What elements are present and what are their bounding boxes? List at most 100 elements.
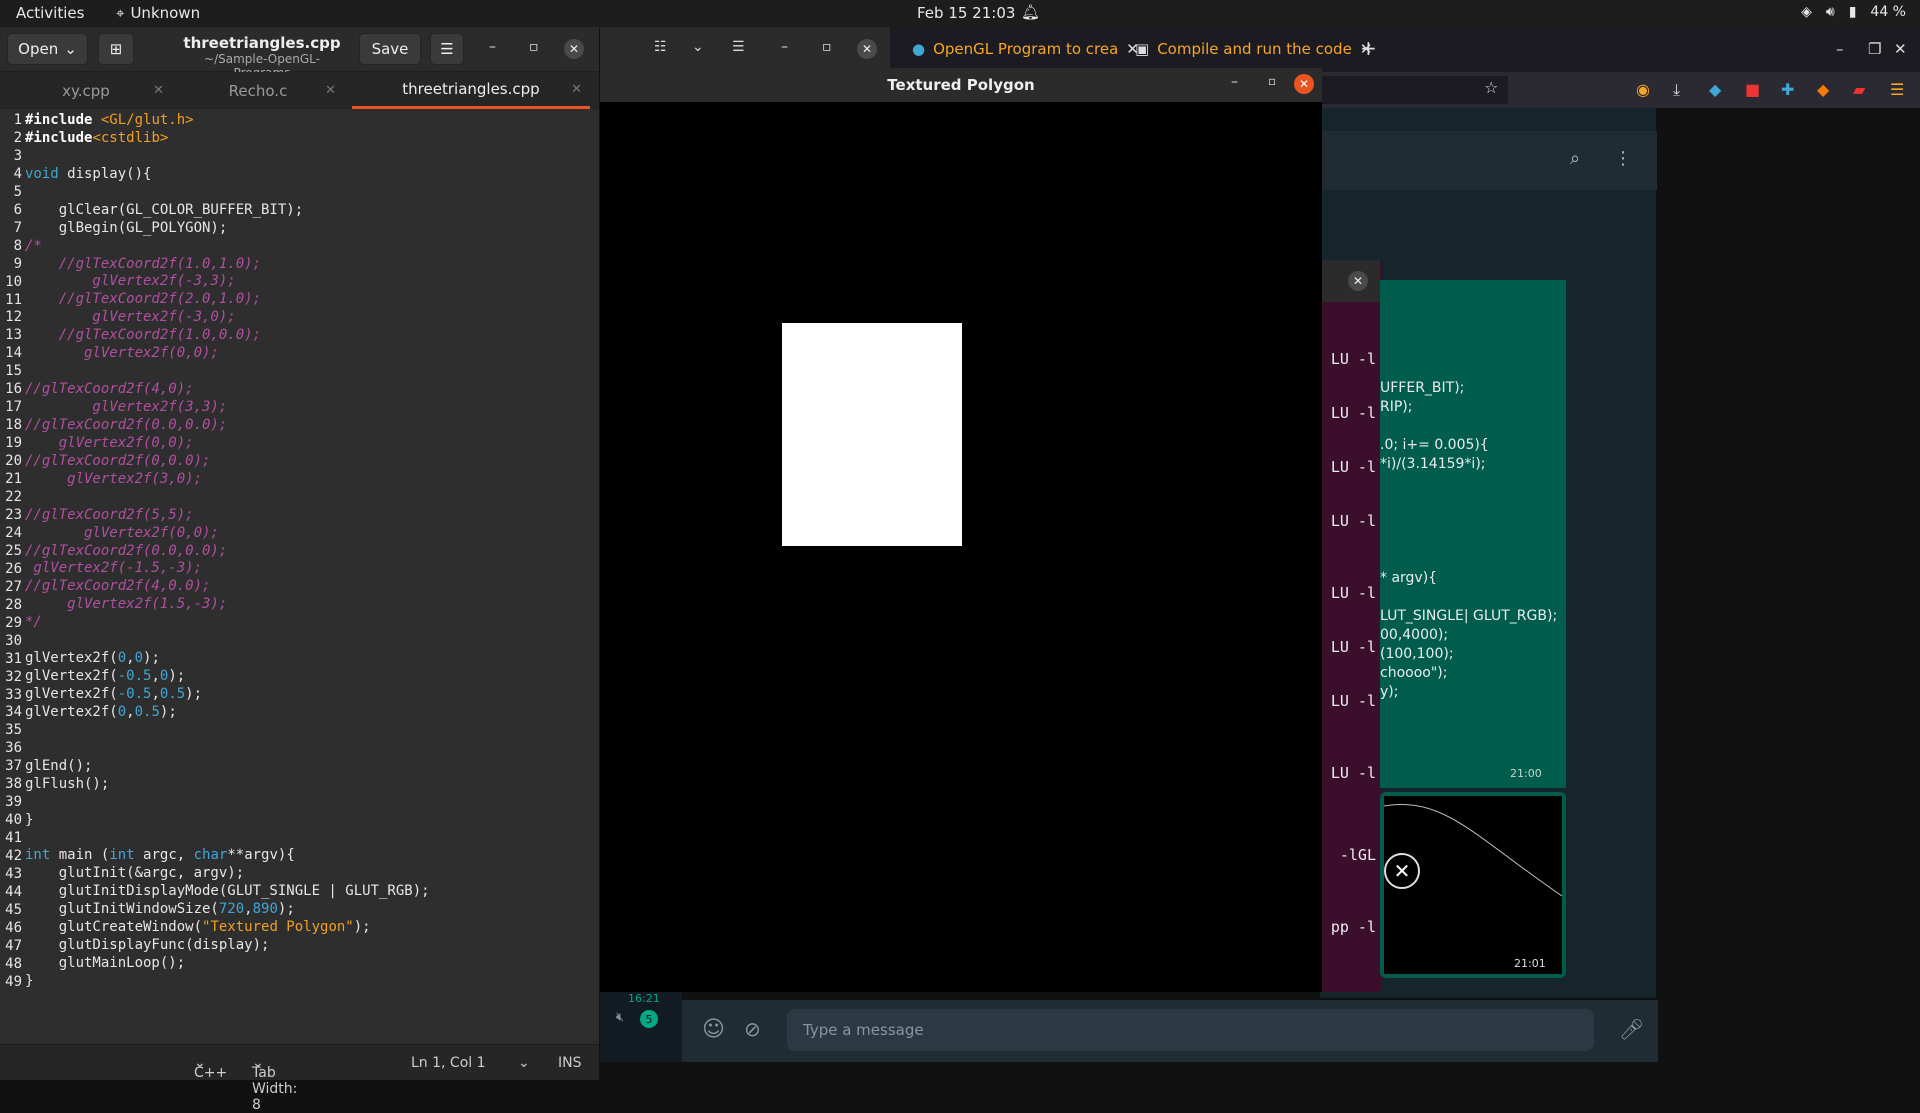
code-line[interactable]: [25, 632, 430, 650]
code-text[interactable]: #include <GL/glut.h> #include<cstdlib> vo…: [25, 112, 430, 991]
code-line[interactable]: //glTexCoord2f(0.0,0.0);: [25, 417, 430, 435]
extension-icon[interactable]: ◆: [1709, 80, 1721, 99]
code-line[interactable]: glVertex2f(0,0);: [25, 525, 430, 543]
restore-button[interactable]: ❐: [1868, 40, 1881, 58]
minimize-button[interactable]: –: [489, 39, 496, 55]
code-line[interactable]: glVertex2f(3,3);: [25, 399, 430, 417]
code-line[interactable]: //glTexCoord2f(1.0,1.0);: [25, 256, 430, 274]
pocket-icon[interactable]: ◉: [1636, 80, 1650, 99]
maximize-button[interactable]: ▫: [822, 39, 832, 55]
code-line[interactable]: [25, 148, 430, 166]
close-button[interactable]: ✕: [1348, 271, 1368, 291]
tab-threetriangles-cpp[interactable]: threetriangles.cpp ✕: [352, 72, 590, 109]
code-line[interactable]: //glTexCoord2f(1.0,0.0);: [25, 327, 430, 345]
code-line[interactable]: glutCreateWindow("Textured Polygon");: [25, 919, 430, 937]
code-line[interactable]: //glTexCoord2f(4,0);: [25, 381, 430, 399]
code-line[interactable]: }: [25, 973, 430, 991]
maximize-button[interactable]: ▫: [529, 39, 539, 55]
tab-xy-cpp[interactable]: xy.cpp ✕: [0, 72, 172, 109]
code-editor[interactable]: 1 2 3 4 5 6 7 8 9 10 11 12 13 14 15 16 17 18 19 20 21 22 23 24 2…: [0, 109, 599, 1044]
close-icon[interactable]: ✕: [153, 83, 164, 98]
code-line[interactable]: //glTexCoord2f(4,0.0);: [25, 578, 430, 596]
code-line[interactable]: /*: [25, 238, 430, 256]
code-line[interactable]: #include<cstdlib>: [25, 130, 430, 148]
code-line[interactable]: */: [25, 614, 430, 632]
video-message[interactable]: ✕ 21:01: [1380, 792, 1566, 978]
microphone-icon[interactable]: 🎤︎: [1619, 1017, 1644, 1041]
browser-tab[interactable]: ● OpenGL Program to crea ✕: [912, 40, 1139, 58]
code-line[interactable]: glClear(GL_COLOR_BUFFER_BIT);: [25, 202, 430, 220]
save-button[interactable]: Save: [359, 33, 421, 65]
url-bar[interactable]: [1320, 76, 1508, 104]
chevron-down-icon[interactable]: ⌄: [692, 39, 704, 55]
code-line[interactable]: int main (int argc, char**argv){: [25, 847, 430, 865]
tab-recho-c[interactable]: Recho.c ✕: [172, 72, 344, 109]
hamburger-menu-button[interactable]: ☰: [430, 33, 464, 65]
code-line[interactable]: [25, 489, 430, 507]
code-line[interactable]: glEnd();: [25, 758, 430, 776]
new-tab-button[interactable]: ⊞: [98, 33, 134, 65]
language-selector[interactable]: C++ ⌄: [194, 1055, 227, 1081]
code-line[interactable]: glVertex2f(0,0.5);: [25, 704, 430, 722]
code-line[interactable]: glutInitWindowSize(720,890);: [25, 901, 430, 919]
minimize-button[interactable]: –: [781, 39, 788, 55]
more-options-icon[interactable]: ⋮: [1614, 148, 1632, 169]
extension-icon[interactable]: ◆: [1817, 80, 1829, 99]
code-line[interactable]: glutMainLoop();: [25, 955, 430, 973]
menu-icon[interactable]: ☰: [732, 39, 745, 55]
close-icon[interactable]: ✕: [571, 82, 582, 97]
code-line[interactable]: void display(){: [25, 166, 430, 184]
emoji-icon[interactable]: ☺: [702, 1017, 725, 1042]
code-line[interactable]: glutInitDisplayMode(GLUT_SINGLE | GLUT_R…: [25, 883, 430, 901]
chevron-down-icon[interactable]: ⌄: [518, 1055, 530, 1071]
extension-icon[interactable]: ▰: [1853, 80, 1865, 99]
code-line[interactable]: glVertex2f(3,0);: [25, 471, 430, 489]
code-line[interactable]: glBegin(GL_POLYGON);: [25, 220, 430, 238]
code-line[interactable]: glVertex2f(-3,3);: [25, 273, 430, 291]
code-line[interactable]: }: [25, 812, 430, 830]
code-line[interactable]: [25, 363, 430, 381]
cursor-position[interactable]: Ln 1, Col 1: [411, 1055, 486, 1071]
attach-icon[interactable]: ⊘: [744, 1017, 761, 1041]
code-line[interactable]: //glTexCoord2f(0,0.0);: [25, 453, 430, 471]
extension-icon[interactable]: ■: [1745, 80, 1760, 99]
clock[interactable]: Feb 15 21:03: [917, 4, 1015, 22]
cancel-download-icon[interactable]: ✕: [1384, 853, 1420, 889]
code-line[interactable]: glVertex2f(-0.5,0.5);: [25, 686, 430, 704]
maximize-button[interactable]: ▫: [1268, 74, 1276, 88]
chat-list-item[interactable]: 16:21 🔇︎ 5: [600, 992, 682, 1062]
code-line[interactable]: [25, 830, 430, 848]
code-line[interactable]: [25, 794, 430, 812]
list-view-icon[interactable]: ☷: [654, 39, 667, 55]
extension-icon[interactable]: ✚: [1781, 80, 1794, 99]
minimize-button[interactable]: –: [1231, 74, 1238, 90]
bookmark-star-icon[interactable]: ☆: [1484, 78, 1498, 97]
browser-tab[interactable]: ▣ Compile and run the code ✕: [1135, 40, 1372, 58]
code-line[interactable]: [25, 184, 430, 202]
code-line[interactable]: glVertex2f(0,0);: [25, 435, 430, 453]
close-button[interactable]: ✕: [1894, 40, 1907, 58]
search-icon[interactable]: ⌕: [1570, 148, 1580, 169]
open-button[interactable]: Open ⌄: [7, 33, 88, 65]
activities-button[interactable]: Activities: [16, 4, 84, 22]
close-icon[interactable]: ✕: [325, 83, 336, 98]
tab-width-selector[interactable]: Tab Width: 8 ⌄: [252, 1055, 297, 1113]
code-line[interactable]: glVertex2f(-1.5,-3);: [25, 560, 430, 578]
code-line[interactable]: glutInit(&argc, argv);: [25, 865, 430, 883]
download-icon[interactable]: ⤓: [1673, 80, 1680, 100]
code-line[interactable]: glVertex2f(-3,0);: [25, 309, 430, 327]
code-line[interactable]: #include <GL/glut.h>: [25, 112, 430, 130]
menu-icon[interactable]: ☰: [1890, 80, 1904, 99]
message-input[interactable]: Type a message: [787, 1009, 1594, 1051]
code-line[interactable]: glVertex2f(0,0);: [25, 345, 430, 363]
code-line[interactable]: glutDisplayFunc(display);: [25, 937, 430, 955]
code-line[interactable]: glVertex2f(-0.5,0);: [25, 668, 430, 686]
system-tray[interactable]: ◈ 🔊︎ ▮ 44 %: [1801, 4, 1906, 20]
code-line[interactable]: glVertex2f(0,0);: [25, 650, 430, 668]
close-button[interactable]: ✕: [857, 39, 877, 59]
code-line[interactable]: [25, 740, 430, 758]
code-line[interactable]: [25, 722, 430, 740]
minimize-button[interactable]: –: [1836, 40, 1844, 58]
close-button[interactable]: ✕: [1294, 74, 1314, 94]
code-line[interactable]: glVertex2f(1.5,-3);: [25, 596, 430, 614]
